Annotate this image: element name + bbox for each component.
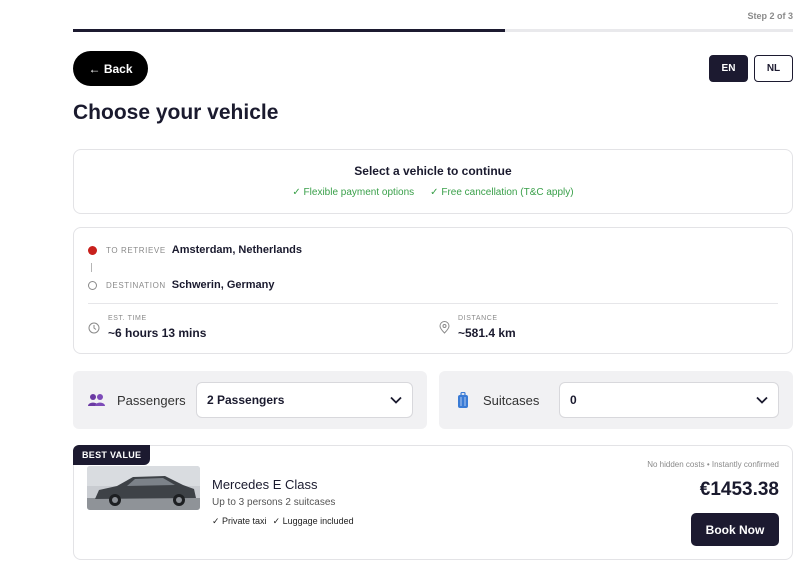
language-nl-button[interactable]: NL <box>754 55 793 82</box>
distance-stat: DISTANCE ~581.4 km <box>439 315 516 340</box>
back-button[interactable]: ← Back <box>73 51 148 86</box>
route-divider <box>88 303 778 304</box>
suitcase-icon <box>454 391 471 409</box>
vehicle-capacity: Up to 3 persons 2 suitcases <box>212 497 336 508</box>
vehicle-price: €1453.38 <box>699 479 779 500</box>
vehicle-name: Mercedes E Class <box>212 477 318 492</box>
vehicle-card[interactable]: BEST VALUE Mercedes E Class Up to 3 pers… <box>73 445 793 560</box>
clock-icon <box>88 321 100 339</box>
people-icon <box>88 392 105 409</box>
car-image <box>87 466 200 510</box>
pickup-dot-icon <box>88 245 97 255</box>
price-note: No hidden costs • Instantly confirmed <box>647 460 779 469</box>
suitcases-value: 0 <box>570 393 577 407</box>
est-time-label: EST. TIME <box>108 315 147 322</box>
pickup-row: TO RETRIEVE Amsterdam, Netherlands <box>88 244 302 256</box>
step-label: Step 2 of 3 <box>747 11 793 21</box>
est-time-value: ~6 hours 13 mins <box>108 326 207 340</box>
passengers-value: 2 Passengers <box>207 393 285 407</box>
select-vehicle-info-card: Select a vehicle to continue ✓ Flexible … <box>73 149 793 214</box>
passengers-select[interactable]: 2 Passengers <box>196 382 413 418</box>
passengers-panel: Passengers 2 Passengers <box>73 371 427 429</box>
feature-flexible-payment: ✓ Flexible payment options <box>292 187 415 198</box>
progress-fill <box>73 29 505 32</box>
destination-city: Schwerin, Germany <box>171 279 275 291</box>
destination-dot-icon <box>88 280 97 290</box>
passengers-label: Passengers <box>117 392 186 408</box>
feature-private-taxi: ✓ Private taxi <box>212 516 267 526</box>
progress-bar <box>73 29 793 32</box>
distance-value: ~581.4 km <box>458 326 516 340</box>
suitcases-label: Suitcases <box>483 392 540 408</box>
suitcases-panel: Suitcases 0 <box>439 371 793 429</box>
select-vehicle-features: ✓ Flexible payment options ✓ Free cancel… <box>74 187 792 198</box>
suitcases-select[interactable]: 0 <box>559 382 779 418</box>
destination-label: DESTINATION <box>106 280 166 290</box>
best-value-badge: BEST VALUE <box>73 445 151 465</box>
route-summary-card: TO RETRIEVE Amsterdam, Netherlands DESTI… <box>73 227 793 354</box>
vehicle-features: ✓ Private taxi ✓ Luggage included <box>212 516 354 527</box>
location-pin-icon <box>439 321 450 339</box>
distance-label: DISTANCE <box>458 315 498 322</box>
route-connector <box>91 263 92 272</box>
chevron-down-icon <box>390 393 402 407</box>
pickup-city: Amsterdam, Netherlands <box>171 244 303 256</box>
feature-luggage-included: ✓ Luggage included <box>272 516 354 526</box>
destination-row: DESTINATION Schwerin, Germany <box>88 279 275 291</box>
language-en-button[interactable]: EN <box>709 55 748 82</box>
select-vehicle-title: Select a vehicle to continue <box>354 164 512 178</box>
feature-free-cancellation: ✓ Free cancellation (T&C apply) <box>430 187 574 198</box>
book-now-button[interactable]: Book Now <box>691 513 779 546</box>
est-time-stat: EST. TIME ~6 hours 13 mins <box>88 315 206 340</box>
chevron-down-icon <box>756 393 768 407</box>
page-title: Choose your vehicle <box>73 101 279 124</box>
pickup-label: TO RETRIEVE <box>106 245 166 255</box>
